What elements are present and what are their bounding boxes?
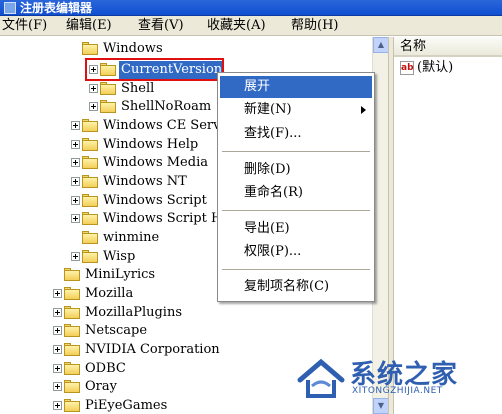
menu-item-rename[interactable]: 重命名(R) bbox=[220, 182, 372, 204]
menu-item-copy-key-name[interactable]: 复制项名称(C) bbox=[220, 276, 372, 298]
menu-item-find[interactable]: 查找(F)... bbox=[220, 123, 372, 145]
expand-plus-icon[interactable] bbox=[71, 121, 80, 130]
folder-icon bbox=[82, 212, 98, 225]
expand-plus-icon[interactable] bbox=[71, 252, 80, 261]
folder-icon bbox=[82, 175, 98, 188]
folder-icon bbox=[64, 343, 80, 356]
folder-icon bbox=[64, 399, 80, 412]
scroll-up-arrow-icon[interactable]: ▲ bbox=[373, 37, 389, 53]
menu-bar: 文件(F) 编辑(E) 查看(V) 收藏夹(A) 帮助(H) bbox=[0, 16, 502, 36]
menu-item-export[interactable]: 导出(E) bbox=[220, 218, 372, 240]
folder-icon bbox=[64, 380, 80, 393]
column-header-name[interactable]: 名称 bbox=[394, 37, 502, 57]
folder-icon bbox=[82, 231, 98, 244]
expand-plus-icon[interactable] bbox=[71, 196, 80, 205]
expand-plus-icon[interactable] bbox=[53, 289, 62, 298]
folder-icon bbox=[82, 156, 98, 169]
menu-item-delete[interactable]: 删除(D) bbox=[220, 159, 372, 181]
expand-plus-icon[interactable] bbox=[71, 214, 80, 223]
expand-plus-icon[interactable] bbox=[89, 102, 98, 111]
house-logo-icon bbox=[297, 358, 345, 398]
highlight-annotation-box bbox=[85, 58, 224, 81]
menu-separator bbox=[222, 269, 370, 270]
menu-help[interactable]: 帮助(H) bbox=[291, 16, 338, 36]
ab-string-value-icon: ab bbox=[400, 61, 414, 75]
menu-separator bbox=[222, 151, 370, 152]
folder-icon bbox=[64, 268, 80, 281]
folder-icon bbox=[82, 250, 98, 263]
folder-icon bbox=[64, 287, 80, 300]
context-menu: 展开 新建(N) 查找(F)... 删除(D) 重命名(R) 导出(E) 权限(… bbox=[217, 72, 375, 302]
menu-item-expand[interactable]: 展开 bbox=[220, 76, 372, 98]
expand-plus-icon[interactable] bbox=[53, 326, 62, 335]
folder-icon bbox=[100, 100, 116, 113]
folder-icon bbox=[64, 306, 80, 319]
folder-icon bbox=[64, 324, 80, 337]
expand-plus-icon[interactable] bbox=[53, 382, 62, 391]
menu-favorites[interactable]: 收藏夹(A) bbox=[207, 16, 266, 36]
tree-node-netscape[interactable]: Netscape bbox=[0, 322, 372, 340]
menu-item-permissions[interactable]: 权限(P)... bbox=[220, 241, 372, 263]
folder-icon bbox=[82, 119, 98, 132]
submenu-arrow-icon bbox=[361, 106, 366, 114]
watermark: 系统之家 XITONGZHIJIA.NET bbox=[296, 350, 502, 414]
expand-plus-icon[interactable] bbox=[53, 308, 62, 317]
folder-icon bbox=[100, 82, 116, 95]
folder-icon bbox=[82, 138, 98, 151]
folder-open-icon bbox=[82, 42, 98, 55]
title-bar: 注册表编辑器 bbox=[0, 0, 502, 16]
expand-plus-icon[interactable] bbox=[71, 177, 80, 186]
menu-view[interactable]: 查看(V) bbox=[138, 16, 184, 36]
tree-node-mozillaplugins[interactable]: MozillaPlugins bbox=[0, 304, 372, 322]
menu-separator bbox=[222, 210, 370, 211]
tree-node-windows[interactable]: Windows bbox=[0, 40, 372, 58]
window-title: 注册表编辑器 bbox=[20, 1, 93, 15]
expand-plus-icon[interactable] bbox=[53, 345, 62, 354]
expand-plus-icon[interactable] bbox=[53, 364, 62, 373]
watermark-url: XITONGZHIJIA.NET bbox=[352, 386, 443, 396]
expand-plus-icon[interactable] bbox=[71, 140, 80, 149]
menu-item-new[interactable]: 新建(N) bbox=[220, 99, 372, 121]
folder-icon bbox=[82, 194, 98, 207]
expand-plus-icon[interactable] bbox=[89, 84, 98, 93]
menu-item-new-label: 新建(N) bbox=[244, 102, 292, 117]
menu-edit[interactable]: 编辑(E) bbox=[66, 16, 112, 36]
folder-icon bbox=[64, 362, 80, 375]
expand-plus-icon[interactable] bbox=[53, 401, 62, 410]
expand-plus-icon[interactable] bbox=[71, 158, 80, 167]
menu-file[interactable]: 文件(F) bbox=[2, 16, 47, 36]
registry-editor-icon bbox=[4, 2, 16, 14]
